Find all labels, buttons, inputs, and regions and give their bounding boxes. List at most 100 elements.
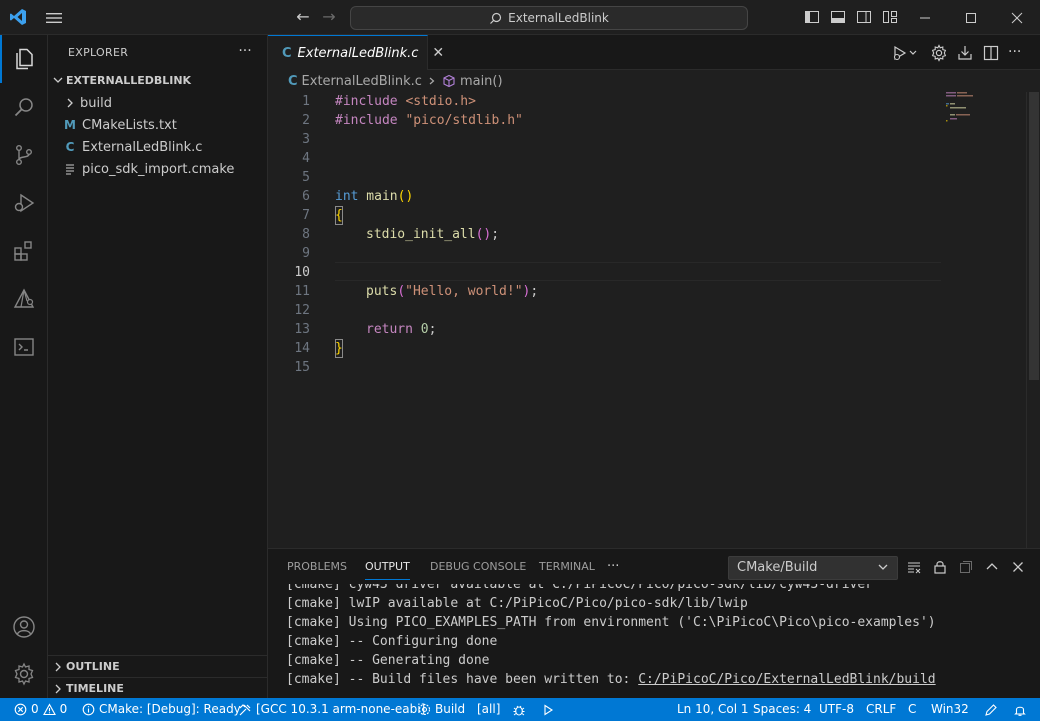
command-center-search[interactable]: ExternalLedBlink — [350, 6, 748, 30]
build-button[interactable]: Build — [418, 698, 465, 721]
line-number: 13 — [294, 322, 310, 337]
line-number: 15 — [294, 360, 310, 375]
code-line-6: int main() — [335, 189, 414, 204]
build-target[interactable]: [all] — [477, 698, 500, 721]
gear-icon — [418, 703, 431, 716]
tab-debug-console[interactable]: DEBUG CONSOLE — [430, 549, 526, 584]
cmake-button[interactable] — [0, 275, 48, 323]
activity-bar — [0, 35, 48, 698]
outline-section-header[interactable]: OUTLINE — [48, 655, 268, 677]
breadcrumb: C ExternalLedBlink.c main() — [268, 70, 1040, 92]
cmake-status[interactable]: CMake: [Debug]: Ready — [82, 698, 241, 721]
platform[interactable]: Win32 — [931, 698, 969, 721]
project-folder-label: EXTERNALLEDBLINK — [66, 73, 192, 87]
language-mode[interactable]: C — [908, 698, 916, 721]
chevron-right-icon — [55, 662, 61, 671]
search-button[interactable] — [0, 83, 48, 131]
output-content[interactable]: [cmake] cyw43 driver available at C:/PiP… — [268, 584, 1026, 699]
forward-arrow-icon[interactable]: → — [320, 8, 338, 26]
lock-scroll-icon[interactable] — [932, 559, 948, 575]
bottom-panel: PROBLEMS OUTPUT DEBUG CONSOLE TERMINAL ·… — [268, 548, 1040, 698]
breadcrumb-file[interactable]: ExternalLedBlink.c — [302, 74, 422, 89]
breadcrumb-symbol[interactable]: main() — [460, 74, 503, 89]
code-line-13: return 0; — [366, 322, 437, 337]
launch-button[interactable] — [542, 698, 554, 721]
title-bar: ← → ExternalLedBlink — [0, 0, 1040, 35]
hamburger-menu-icon[interactable] — [44, 9, 64, 27]
toggle-secondary-sidebar-icon[interactable] — [856, 9, 872, 25]
timeline-section-header[interactable]: TIMELINE — [48, 677, 268, 699]
info-circle-icon — [82, 703, 95, 716]
notifications-button[interactable] — [1013, 698, 1027, 721]
explorer-button[interactable] — [0, 35, 48, 83]
vscode-logo-icon[interactable] — [9, 8, 27, 26]
cmake-file-icon: M — [64, 118, 76, 132]
code-line-14: } — [335, 339, 343, 358]
download-save-icon[interactable] — [956, 44, 974, 62]
minimize-button[interactable] — [902, 0, 948, 35]
project-folder-header[interactable]: EXTERNALLEDBLINK — [48, 69, 268, 91]
tab-output[interactable]: OUTPUT — [365, 549, 410, 584]
cursor-position[interactable]: Ln 10, Col 1 — [677, 698, 749, 721]
status-bar: 0 0 CMake: [Debug]: Ready [GCC 10.3.1 ar… — [0, 698, 1040, 721]
tab-terminal[interactable]: TERMINAL — [539, 549, 595, 584]
code-line-1: #include <stdio.h> — [335, 94, 476, 109]
tree-item-pico-sdk-import[interactable]: pico_sdk_import.cmake — [48, 158, 268, 180]
kit-selector[interactable]: [GCC 10.3.1 arm-none-eabi] — [238, 698, 425, 721]
manage-button[interactable] — [0, 650, 48, 698]
extensions-button[interactable] — [0, 227, 48, 275]
line-ending[interactable]: CRLF — [866, 698, 896, 721]
clear-output-icon[interactable] — [906, 559, 922, 575]
encoding[interactable]: UTF-8 — [819, 698, 854, 721]
tree-item-externalledblink-c[interactable]: C ExternalLedBlink.c — [48, 136, 268, 158]
tab-externalledblink-c[interactable]: C ExternalLedBlink.c ✕ — [268, 35, 444, 70]
output-line: [cmake] -- Configuring done — [286, 634, 498, 649]
problems-status[interactable]: 0 0 — [14, 698, 67, 721]
close-window-button[interactable] — [994, 0, 1040, 35]
source-control-button[interactable] — [0, 131, 48, 179]
panel-more-tabs-icon[interactable]: ··· — [607, 549, 619, 584]
toggle-primary-sidebar-icon[interactable] — [804, 9, 820, 25]
run-code-dropdown-icon[interactable] — [892, 44, 920, 62]
close-tab-icon[interactable]: ✕ — [432, 45, 444, 61]
search-icon — [14, 98, 33, 117]
timeline-label: TIMELINE — [66, 682, 124, 695]
feedback-button[interactable] — [984, 698, 998, 721]
editor-vertical-scrollbar[interactable] — [1026, 92, 1040, 548]
debug-button[interactable] — [512, 698, 526, 721]
line-number: 3 — [302, 132, 310, 147]
settings-gear-icon[interactable] — [930, 44, 948, 62]
tree-item-build[interactable]: build — [48, 92, 268, 114]
error-icon — [14, 703, 27, 716]
back-arrow-icon[interactable]: ← — [294, 8, 312, 26]
tree-item-cmakelists[interactable]: M CMakeLists.txt — [48, 114, 268, 136]
code-line-7: { — [335, 206, 343, 225]
customize-layout-icon[interactable] — [882, 9, 898, 25]
code-line-8: stdio_init_all(); — [366, 227, 500, 242]
maximize-panel-icon[interactable] — [984, 559, 1000, 575]
panel-vertical-scrollbar[interactable] — [1026, 584, 1040, 699]
feedback-icon — [985, 703, 997, 716]
editor-more-actions-icon[interactable]: ··· — [1008, 44, 1026, 62]
code-editor[interactable]: 1 2 3 4 5 6 7 8 9 10 11 12 13 14 15 #include <stdio.h>… — [268, 92, 1040, 548]
run-debug-button[interactable] — [0, 179, 48, 227]
tab-problems[interactable]: PROBLEMS — [287, 549, 347, 584]
terminal-button[interactable] — [0, 323, 48, 371]
build-path-link[interactable]: C:/PiPicoC/Pico/ExternalLedBlink/build — [638, 672, 935, 687]
line-number: 2 — [302, 113, 310, 128]
close-panel-icon[interactable] — [1010, 559, 1026, 575]
output-channel-select[interactable]: CMake/Build — [728, 556, 898, 580]
scrollbar-thumb[interactable] — [1029, 92, 1039, 380]
output-line: [cmake] lwIP available at C:/PiPicoC/Pic… — [286, 596, 748, 611]
play-icon — [544, 703, 554, 716]
line-number: 9 — [302, 246, 310, 261]
maximize-button[interactable] — [948, 0, 994, 35]
split-editor-icon[interactable] — [982, 44, 1000, 62]
terminal-icon — [14, 338, 34, 356]
accounts-button[interactable] — [0, 603, 48, 651]
open-in-editor-icon[interactable] — [958, 559, 974, 575]
minimap[interactable] — [946, 92, 1026, 152]
indentation[interactable]: Spaces: 4 — [753, 698, 811, 721]
more-actions-button[interactable]: ··· — [234, 41, 256, 63]
toggle-panel-icon[interactable] — [830, 9, 846, 25]
